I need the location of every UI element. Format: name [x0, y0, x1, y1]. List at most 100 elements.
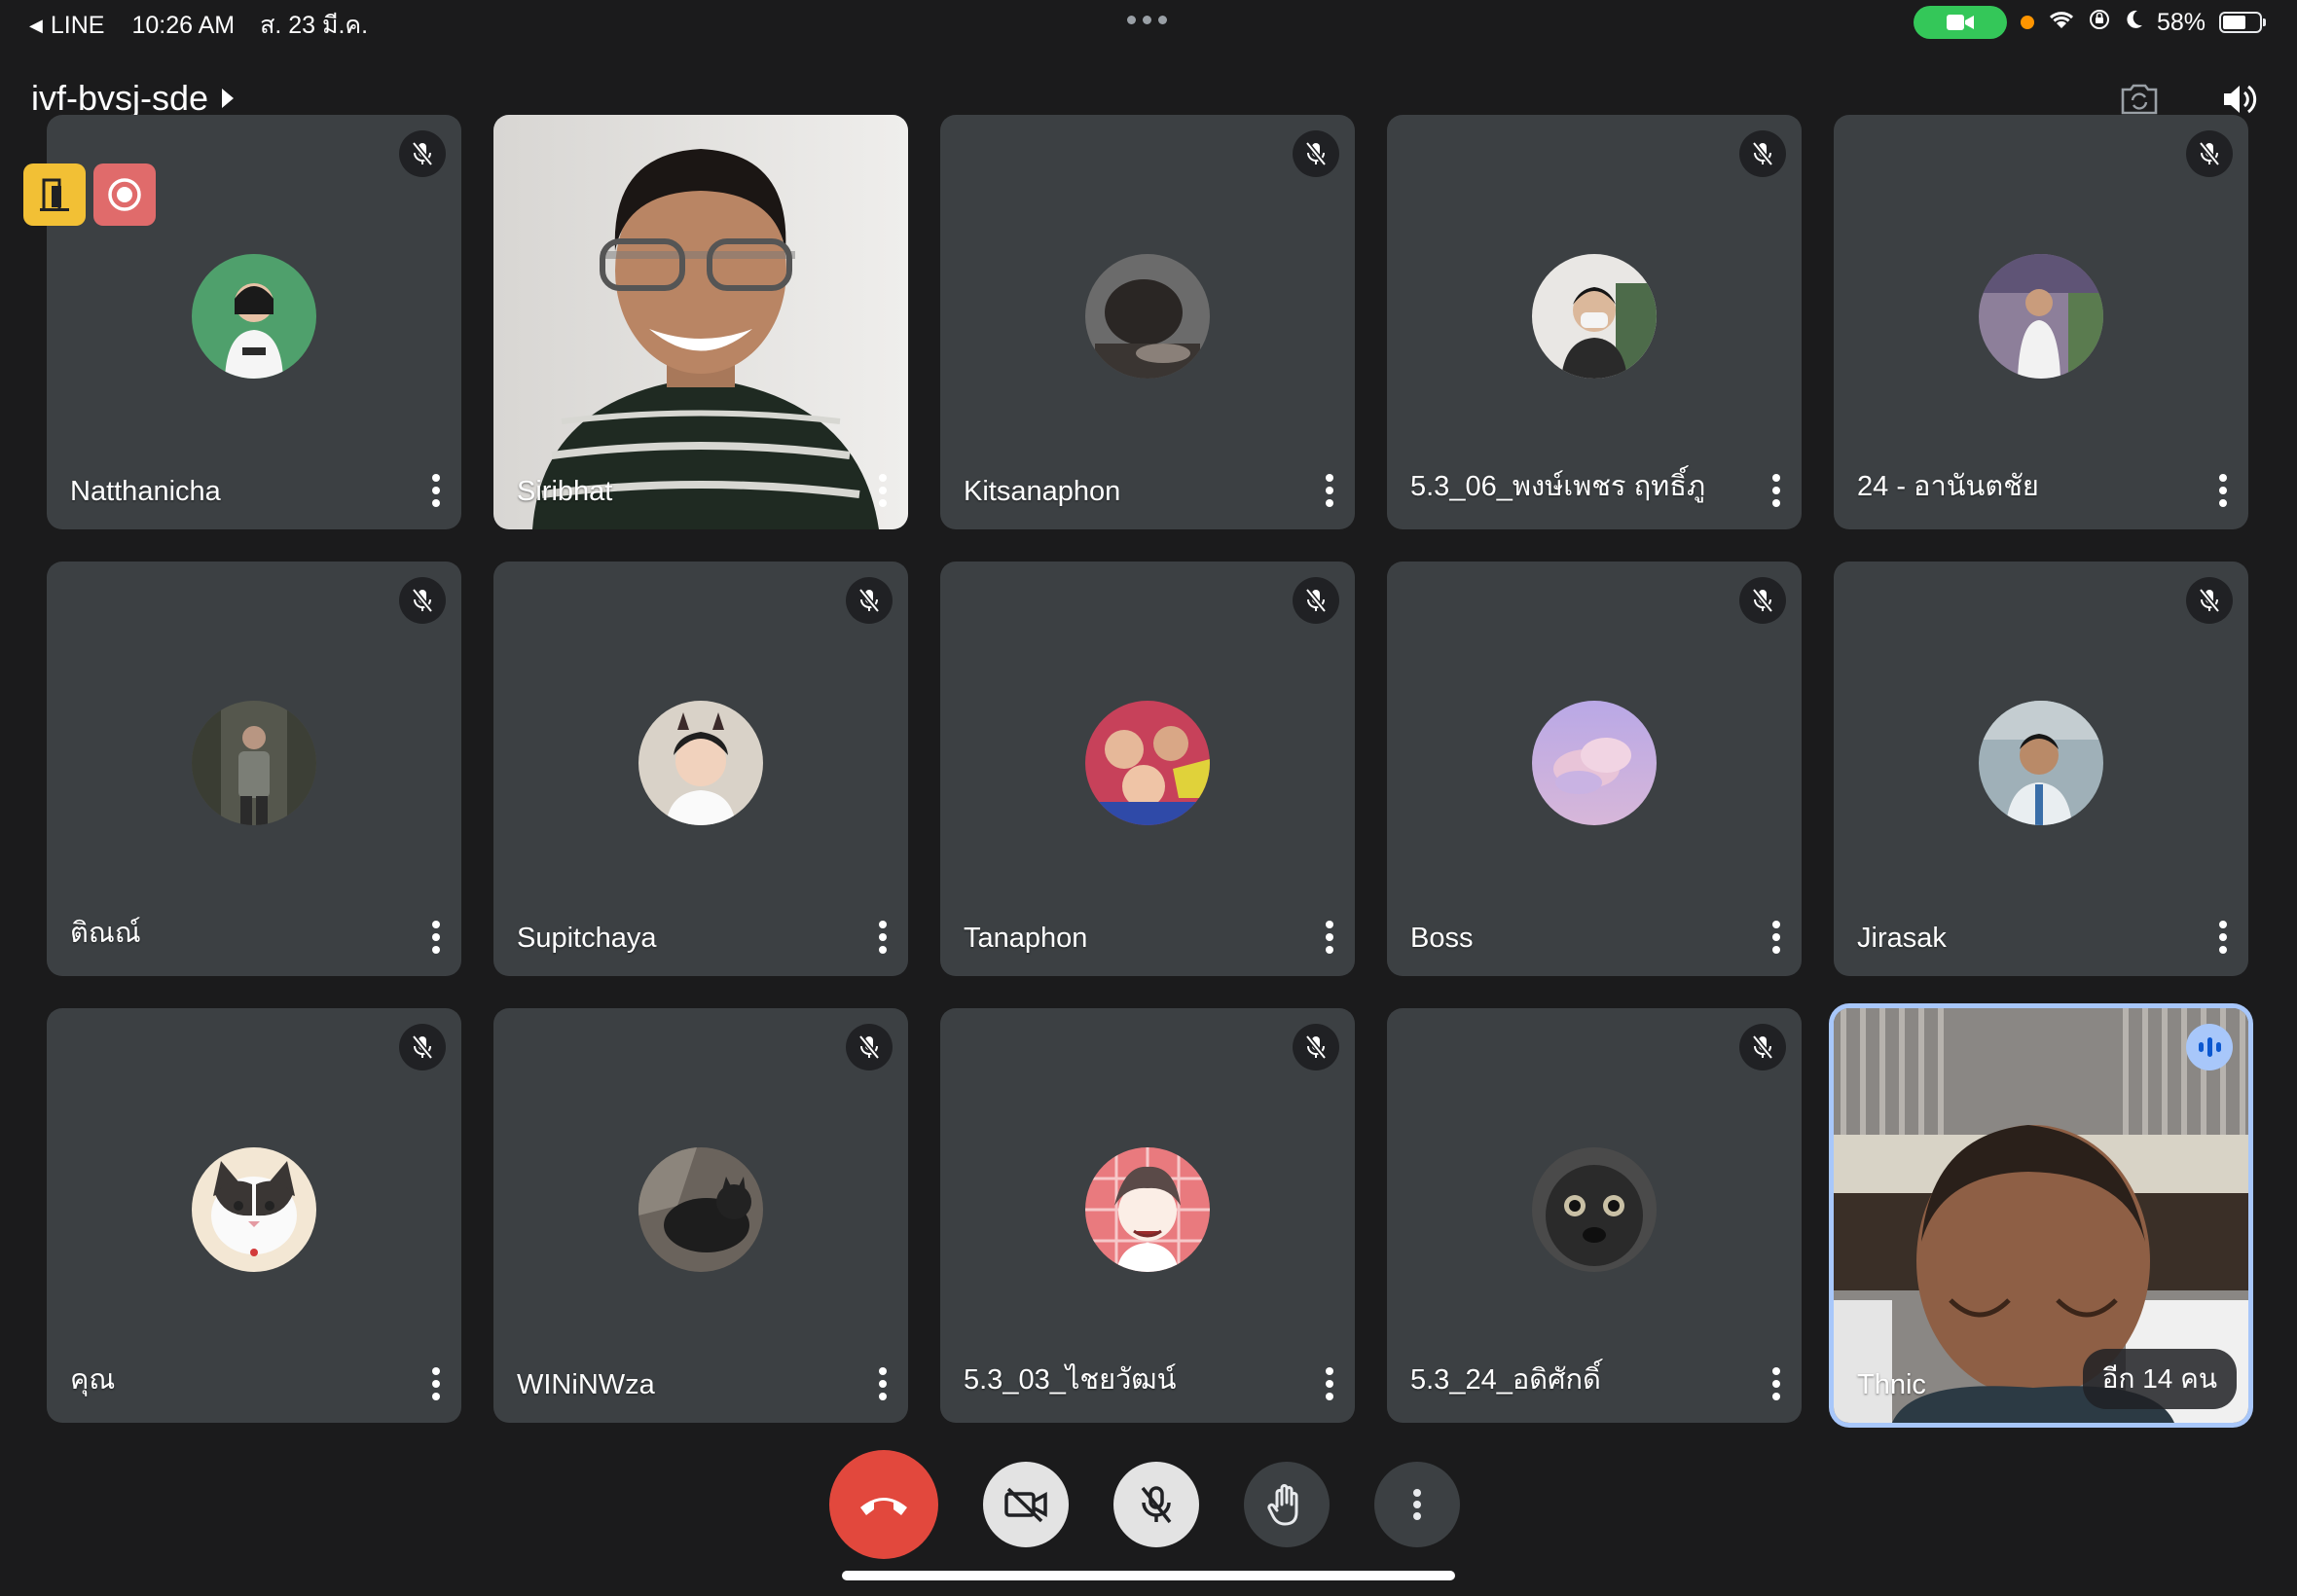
avatar [638, 701, 763, 825]
participant-tile[interactable]: Jirasak [1834, 562, 2248, 976]
more-options-icon[interactable] [1765, 471, 1788, 510]
more-options-icon[interactable] [1318, 1364, 1341, 1403]
mic-off-icon [1141, 1486, 1172, 1524]
participant-name: Kitsanaphon [964, 476, 1121, 507]
orientation-lock-icon [2089, 9, 2110, 37]
participant-tile[interactable]: Supitchaya [493, 562, 908, 976]
status-left: ◀ LINE 10:26 AM ส. 23 มี.ค. [29, 6, 368, 45]
more-options-icon[interactable] [424, 1364, 448, 1403]
status-right: 58% [1913, 6, 2266, 39]
caret-right-icon [222, 89, 235, 108]
participant-tile[interactable]: Kitsanaphon [940, 115, 1355, 529]
participant-tile[interactable]: คุณ [47, 1008, 461, 1423]
meeting-code-label: ivf-bvsj-sde [31, 78, 209, 118]
mic-off-icon [2186, 577, 2233, 624]
participant-tile[interactable]: 5.3_03_ไชยวัฒน์ [940, 1008, 1355, 1423]
participant-tile[interactable]: Siribhat [493, 115, 908, 529]
battery-icon [2219, 12, 2266, 33]
participant-tile[interactable]: 5.3_24_อดิศักดิ์ [1387, 1008, 1802, 1423]
more-options-icon[interactable] [2211, 471, 2235, 510]
recording-icon[interactable] [93, 163, 156, 226]
host-badges [23, 163, 156, 226]
avatar [192, 701, 316, 825]
more-options-icon[interactable] [1318, 471, 1341, 510]
participant-tile[interactable]: 5.3_06_พงษ์เพชร ฤทธิ์ภู [1387, 115, 1802, 529]
camera-off-icon [1004, 1487, 1047, 1523]
raise-hand-icon [1267, 1484, 1298, 1526]
back-app-label[interactable]: LINE [51, 12, 105, 40]
mic-off-icon [1293, 577, 1339, 624]
participant-name: Siribhat [517, 476, 613, 507]
avatar [1085, 701, 1210, 825]
participant-tile-active-speaker[interactable]: Thnic อีก 14 คน [1834, 1008, 2248, 1423]
status-bar: ◀ LINE 10:26 AM ส. 23 มี.ค. 58% [0, 0, 2297, 47]
more-options-icon[interactable] [1765, 918, 1788, 957]
mic-off-icon [1293, 130, 1339, 177]
avatar [1979, 254, 2103, 379]
participant-name: คุณ [70, 1364, 116, 1396]
avatar [1085, 1147, 1210, 1272]
hang-up-icon [860, 1498, 907, 1515]
avatar [1532, 1147, 1657, 1272]
microphone-toggle-button[interactable] [1113, 1462, 1199, 1547]
more-options-icon[interactable] [871, 918, 894, 957]
call-controls [829, 1450, 1460, 1559]
mic-in-use-dot-icon [2020, 16, 2034, 29]
moon-icon [2124, 9, 2143, 37]
participant-tile[interactable]: 24 - อานันตชัย [1834, 115, 2248, 529]
more-options-icon[interactable] [871, 1364, 894, 1403]
avatar [1532, 701, 1657, 825]
mic-off-icon [1739, 130, 1786, 177]
battery-percent: 58% [2156, 8, 2206, 36]
more-participants-button[interactable]: อีก 14 คน [2082, 1349, 2237, 1409]
wifi-icon [2048, 9, 2075, 37]
mic-off-icon [846, 577, 893, 624]
participant-name: Jirasak [1857, 923, 1947, 954]
participant-tile[interactable]: ติณณ์ [47, 562, 461, 976]
participant-name: Boss [1410, 923, 1474, 954]
avatar [1532, 254, 1657, 379]
participant-name: WINiNWza [517, 1369, 655, 1400]
mic-off-icon [399, 1024, 446, 1070]
participant-name: ติณณ์ [70, 918, 141, 949]
meeting-code[interactable]: ivf-bvsj-sde [31, 78, 235, 119]
more-options-icon[interactable] [424, 471, 448, 510]
back-arrow-icon[interactable]: ◀ [29, 16, 43, 36]
end-call-button[interactable] [829, 1450, 938, 1559]
raise-hand-button[interactable] [1244, 1462, 1330, 1547]
participant-tile[interactable]: Boss [1387, 562, 1802, 976]
participant-name: Supitchaya [517, 923, 657, 954]
camera-toggle-button[interactable] [983, 1462, 1069, 1547]
more-options-icon[interactable] [2211, 918, 2235, 957]
more-options-button[interactable] [1374, 1462, 1460, 1547]
multitasking-dots-icon[interactable] [1127, 16, 1167, 24]
more-options-icon[interactable] [871, 471, 894, 510]
more-options-icon[interactable] [1318, 918, 1341, 957]
host-controls-icon[interactable] [23, 163, 86, 226]
mic-off-icon [1293, 1024, 1339, 1070]
participant-name: 24 - อานันตชัย [1857, 471, 2039, 502]
mic-off-icon [2186, 130, 2233, 177]
participant-name: Natthanicha [70, 476, 221, 507]
avatar [638, 1147, 763, 1272]
avatar [1979, 701, 2103, 825]
mic-off-icon [1739, 1024, 1786, 1070]
participant-name: Tanaphon [964, 923, 1088, 954]
speaking-indicator-icon [2186, 1024, 2233, 1070]
participant-tile[interactable]: WINiNWza [493, 1008, 908, 1423]
avatar [192, 254, 316, 379]
video-feed [493, 115, 908, 529]
home-indicator[interactable] [842, 1571, 1455, 1580]
participant-name: 5.3_24_อดิศักดิ์ [1410, 1364, 1601, 1396]
participant-name: 5.3_06_พงษ์เพชร ฤทธิ์ภู [1410, 471, 1706, 502]
participant-name: 5.3_03_ไชยวัฒน์ [964, 1364, 1177, 1396]
avatar [1085, 254, 1210, 379]
camera-in-use-icon [1913, 6, 2007, 39]
clock: 10:26 AM [131, 11, 236, 39]
more-options-icon[interactable] [1765, 1364, 1788, 1403]
participant-tile[interactable]: Tanaphon [940, 562, 1355, 976]
participant-name: Thnic [1857, 1369, 1926, 1400]
more-options-icon[interactable] [424, 918, 448, 957]
participant-grid: Natthanicha Siribhat Kitsanaphon 5.3_06_… [47, 115, 2248, 1423]
more-vert-icon [1413, 1489, 1421, 1520]
